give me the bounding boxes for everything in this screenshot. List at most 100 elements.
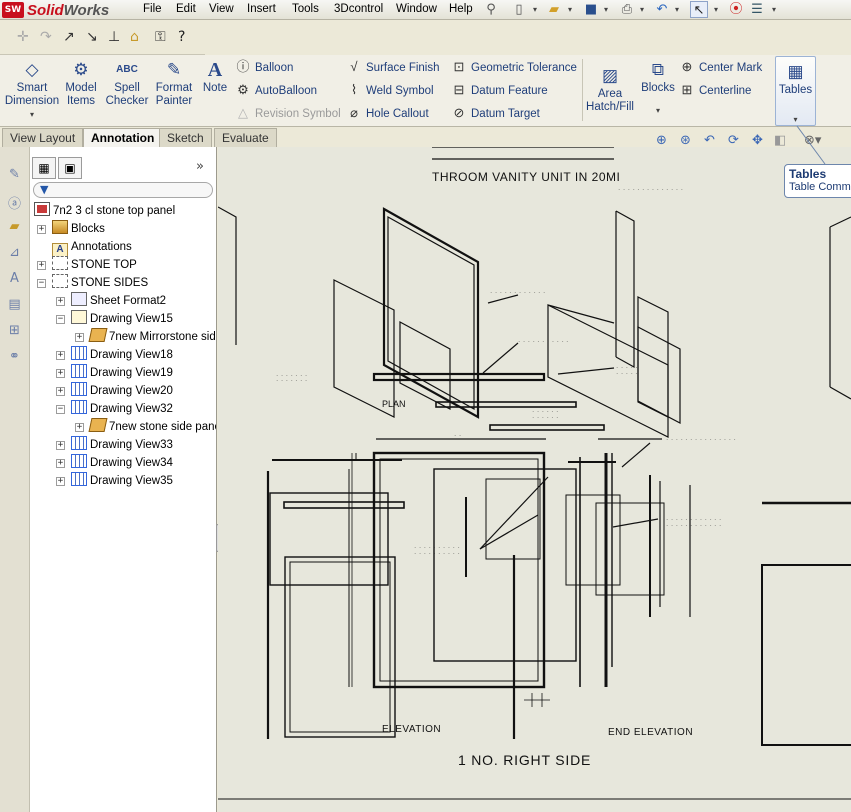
tree-item-drawing-view32[interactable]: Drawing View32 [71, 400, 173, 418]
property-manager-tab-icon[interactable]: ▣ [58, 157, 82, 179]
chevron-down-icon[interactable]: ▾ [602, 1, 610, 18]
grid-icon[interactable]: ⊞ [4, 323, 26, 341]
ground-anchor-icon[interactable]: ⊥ [108, 29, 120, 45]
weld-symbol-button[interactable]: ⌇ Weld Symbol [345, 81, 434, 99]
rebuild-traffic-light-icon[interactable]: ⦿ [727, 1, 745, 18]
menu-file[interactable]: File [143, 3, 162, 15]
feature-manager-tab-icon[interactable]: ▦ [32, 157, 56, 179]
datum-feature-button[interactable]: ⊟ Datum Feature [450, 81, 548, 99]
help-question-icon[interactable]: ? [178, 29, 185, 45]
tree-item-stone-sides[interactable]: STONE SIDES [52, 274, 148, 292]
line-arrow-icon[interactable]: ↗ [63, 29, 75, 45]
tree-item-drawing-view15[interactable]: Drawing View15 [71, 310, 173, 328]
hole-callout-button[interactable]: ⌀ Hole Callout [345, 104, 429, 122]
rotate-icon[interactable]: ↷ [40, 29, 52, 45]
chevron-down-icon[interactable]: ▾ [4, 108, 60, 121]
expand-plus-icon[interactable]: + [56, 477, 65, 486]
smart-dimension-button[interactable]: ◇ Smart Dimension ▾ [4, 59, 60, 121]
expand-plus-icon[interactable]: + [56, 297, 65, 306]
expand-plus-icon[interactable]: + [56, 387, 65, 396]
tree-root[interactable]: 7n2 3 cl stone top panel [34, 202, 175, 220]
tab-annotation[interactable]: Annotation [83, 128, 163, 148]
tree-item-drawing-view34[interactable]: Drawing View34 [71, 454, 173, 472]
datum-target-button[interactable]: ⊘ Datum Target [450, 104, 540, 122]
tree-item-stone-top[interactable]: STONE TOP [52, 256, 137, 274]
layer-icon[interactable]: ▤ [4, 297, 26, 315]
spell-checker-button[interactable]: ABC Spell Checker [104, 59, 150, 108]
key-icon[interactable]: ⚿ [155, 29, 166, 45]
tree-filter-input[interactable]: ▼ [33, 182, 213, 198]
menu-3dcontrol[interactable]: 3Dcontrol [334, 3, 383, 15]
pushpin-icon[interactable]: ⚲ [482, 1, 500, 18]
menu-insert[interactable]: Insert [247, 3, 276, 15]
menu-help[interactable]: Help [449, 3, 473, 15]
new-document-icon[interactable]: ▯ [510, 1, 528, 18]
previous-view-icon[interactable]: ↶ [704, 133, 715, 148]
display-style-icon[interactable]: ◧ [774, 133, 786, 148]
model-items-button[interactable]: ⚙ Model Items [63, 59, 99, 108]
open-folder-icon[interactable]: ▰ [545, 1, 563, 18]
zoom-to-fit-icon[interactable]: ⊕ [656, 133, 667, 148]
expand-plus-icon[interactable]: + [75, 423, 84, 432]
collapse-minus-icon[interactable]: − [56, 315, 65, 324]
tree-item-blocks[interactable]: Blocks [52, 220, 105, 238]
surface-finish-button[interactable]: √ Surface Finish [345, 58, 439, 76]
tree-item-drawing-view33[interactable]: Drawing View33 [71, 436, 173, 454]
autoballoon-button[interactable]: ⚙ AutoBalloon [234, 81, 317, 99]
options-list-icon[interactable]: ☰ [748, 1, 766, 18]
chevron-down-icon[interactable]: ▾ [770, 1, 778, 18]
note-icon[interactable]: ✎ [4, 167, 26, 185]
expand-plus-icon[interactable]: + [56, 459, 65, 468]
undo-icon[interactable]: ↶ [653, 1, 671, 18]
expand-plus-icon[interactable]: + [56, 441, 65, 450]
format-painter-button[interactable]: ✎ Format Painter [152, 59, 196, 108]
tab-sketch[interactable]: Sketch [159, 128, 212, 147]
menu-tools[interactable]: Tools [292, 3, 319, 15]
area-hatch-fill-button[interactable]: ▨ Area Hatch/Fill [586, 65, 634, 114]
expand-plus-icon[interactable]: + [37, 225, 46, 234]
balloon-button[interactable]: ⓘ Balloon [234, 58, 293, 76]
pan-icon[interactable]: ✥ [752, 133, 763, 148]
crosshair-icon[interactable]: ✛ [17, 29, 29, 45]
drawing-sheet[interactable]: - - - - - - - - - - - - - - - - - - - - … [218, 147, 851, 812]
chevron-down-icon[interactable]: ▾ [531, 1, 539, 18]
collapse-minus-icon[interactable]: − [37, 279, 46, 288]
chevron-down-icon[interactable]: ▾ [673, 1, 681, 18]
annotation-icon[interactable]: A [4, 271, 26, 289]
chevron-down-icon[interactable]: ▾ [566, 1, 574, 18]
tab-evaluate[interactable]: Evaluate [214, 128, 277, 147]
tables-button[interactable]: ▦ Tables ▾ [775, 56, 816, 126]
centerline-button[interactable]: ⊞ Centerline [678, 81, 752, 99]
chevron-down-icon[interactable]: ▾ [638, 1, 646, 18]
save-icon[interactable]: ■ [582, 1, 600, 18]
folder-icon[interactable]: ▰ [4, 219, 26, 237]
geometric-tolerance-button[interactable]: ⊡ Geometric Tolerance [450, 58, 577, 76]
menu-window[interactable]: Window [396, 3, 437, 15]
stamp-icon[interactable]: ⌂ [130, 29, 139, 45]
menu-edit[interactable]: Edit [176, 3, 196, 15]
note-button[interactable]: A Note [199, 59, 231, 95]
tree-item-stone-side-panel[interactable]: 7new stone side panel [88, 418, 216, 436]
tree-item-drawing-view19[interactable]: Drawing View19 [71, 364, 173, 382]
blocks-button[interactable]: ⧉ Blocks ▾ [640, 59, 676, 117]
link-icon[interactable]: ⚭ [4, 349, 26, 367]
select-pointer-icon[interactable]: ↖ [690, 1, 708, 18]
tree-item-sheet-format2[interactable]: Sheet Format2 [71, 292, 166, 310]
collapse-minus-icon[interactable]: − [56, 405, 65, 414]
arrow-down-right-icon[interactable]: ↘ [86, 29, 98, 45]
expand-arrows-icon[interactable]: » [196, 159, 204, 174]
tree-item-drawing-view18[interactable]: Drawing View18 [71, 346, 173, 364]
rotate-view-icon[interactable]: ⟳ [728, 133, 739, 148]
revision-symbol-button[interactable]: △ Revision Symbol [234, 104, 341, 122]
chevron-down-icon[interactable]: ▾ [640, 104, 676, 117]
tree-item-annotations[interactable]: A Annotations [52, 238, 132, 257]
chevron-down-icon[interactable]: ▾ [712, 1, 720, 18]
tree-item-drawing-view35[interactable]: Drawing View35 [71, 472, 173, 490]
expand-plus-icon[interactable]: + [75, 333, 84, 342]
expand-plus-icon[interactable]: + [37, 261, 46, 270]
tab-view-layout[interactable]: View Layout [2, 128, 84, 147]
expand-plus-icon[interactable]: + [56, 369, 65, 378]
print-icon[interactable]: ⎙ [618, 1, 636, 18]
balloon-icon[interactable]: ⓐ [4, 193, 26, 212]
zoom-to-area-icon[interactable]: ⊛ [680, 133, 691, 148]
